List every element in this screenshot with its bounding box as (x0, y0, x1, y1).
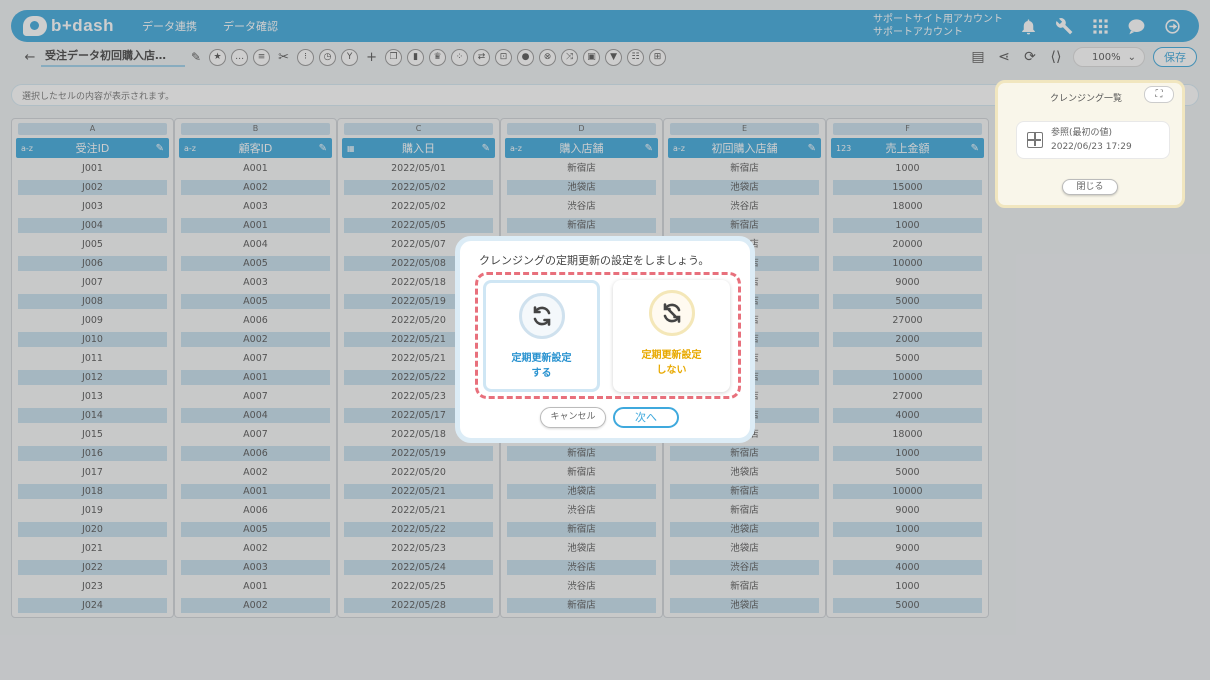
cleansing-item-title: 参照(最初の値) (1051, 128, 1113, 138)
option-enable-line1: 定期更新設定 (511, 353, 572, 364)
refresh-icon (518, 293, 565, 339)
cleansing-panel: クレンジング一覧 ⛶ 参照(最初の値) 2022/06/23 17:29 閉じる (995, 80, 1185, 208)
option-disable-schedule[interactable]: 定期更新設定 しない (613, 280, 730, 392)
cleansing-item[interactable]: 参照(最初の値) 2022/06/23 17:29 (1016, 121, 1170, 159)
cancel-button[interactable]: キャンセル (540, 407, 606, 428)
refresh-off-icon (648, 290, 695, 336)
schedule-update-modal: クレンジングの定期更新の設定をしましょう。 定期更新設定 する 定期更新設定 し… (455, 236, 755, 443)
close-panel-button[interactable]: 閉じる (1062, 179, 1118, 195)
modal-title: クレンジングの定期更新の設定をしましょう。 (479, 254, 710, 267)
option-disable-line1: 定期更新設定 (641, 350, 702, 361)
table-grid-icon (1027, 132, 1043, 148)
expand-icon[interactable]: ⛶ (1144, 86, 1174, 103)
option-enable-schedule[interactable]: 定期更新設定 する (483, 280, 600, 392)
options-highlight: 定期更新設定 する 定期更新設定 しない (475, 272, 741, 399)
next-button[interactable]: 次へ (613, 407, 679, 428)
option-disable-line2: しない (656, 365, 687, 376)
cleansing-item-date: 2022/06/23 17:29 (1051, 142, 1132, 152)
option-enable-line2: する (531, 368, 552, 379)
